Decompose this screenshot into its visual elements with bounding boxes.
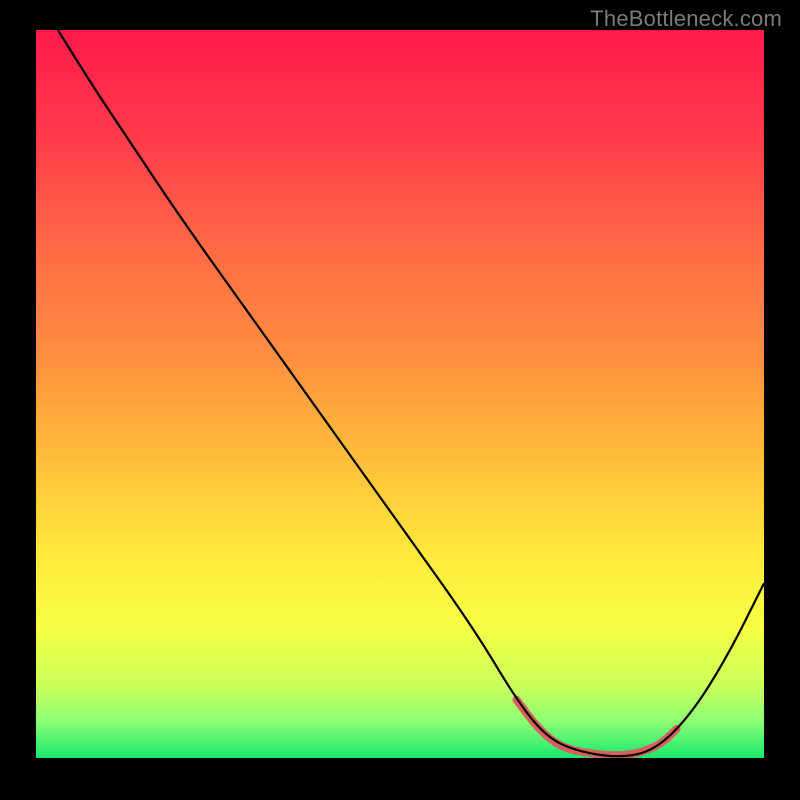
watermark-text: TheBottleneck.com <box>590 6 782 32</box>
plot-frame <box>30 30 770 770</box>
chart-stage: TheBottleneck.com <box>0 0 800 800</box>
curve-layer <box>36 30 764 758</box>
bottleneck-curve-line <box>58 30 764 756</box>
